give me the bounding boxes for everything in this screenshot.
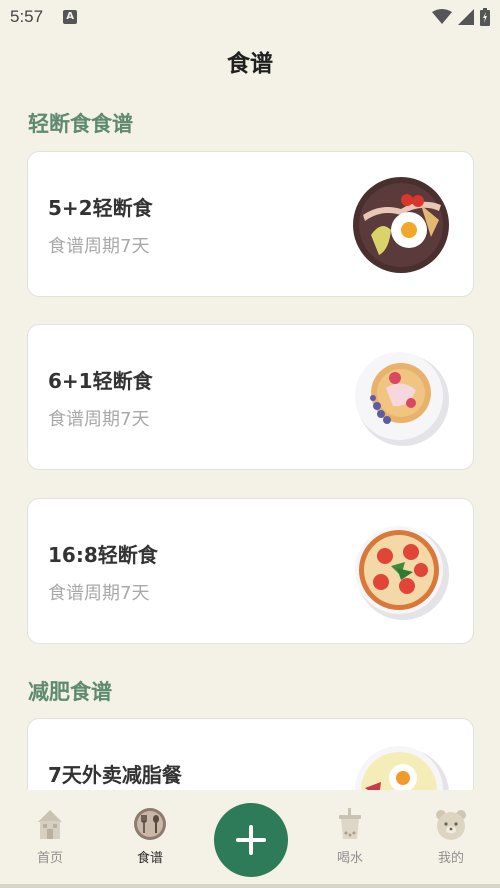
card-subtitle: 食谱周期7天 [48, 236, 150, 257]
recipe-icon [134, 808, 166, 840]
tab-label: 食谱 [136, 851, 163, 866]
page-title: 食谱 [227, 51, 273, 77]
egg-plate-icon [355, 746, 449, 790]
tab-label: 首页 [36, 851, 63, 866]
recipe-scroll-area[interactable]: 食谱 轻断食食谱 5+2轻断食 食谱周期7天 6+1轻断食 食谱周期7天 16:… [0, 0, 500, 790]
card-subtitle: 食谱周期7天 [48, 583, 150, 604]
recipe-card-5-2[interactable]: 5+2轻断食 食谱周期7天 [27, 151, 474, 297]
home-icon [38, 810, 62, 839]
card-title: 6+1轻断食 [48, 369, 153, 393]
breakfast-plate-icon [353, 177, 449, 273]
card-title: 16:8轻断食 [48, 543, 158, 567]
recipe-card-16-8[interactable]: 16:8轻断食 食谱周期7天 [27, 498, 474, 644]
card-title: 7天外卖减脂餐 [48, 763, 182, 787]
section-title-light-fasting: 轻断食食谱 [28, 112, 133, 136]
card-subtitle: 食谱周期7天 [48, 409, 150, 430]
tab-profile[interactable]: 我的 [411, 806, 491, 866]
add-button[interactable] [214, 803, 288, 877]
home-indicator [0, 884, 500, 888]
tab-drink-water[interactable]: 喝水 [310, 806, 390, 866]
tab-label: 喝水 [336, 851, 363, 866]
waffle-plate-icon [355, 352, 449, 446]
section-title-weight-loss: 减肥食谱 [28, 680, 112, 704]
tab-label: 我的 [437, 851, 464, 866]
pizza-plate-icon [355, 526, 449, 620]
plus-icon [236, 825, 266, 855]
bear-profile-icon [436, 810, 466, 840]
card-title: 5+2轻断食 [48, 196, 153, 220]
drink-cup-icon [339, 808, 361, 839]
recipe-card-7day-takeaway[interactable]: 7天外卖减脂餐 [27, 718, 474, 790]
tab-recipes[interactable]: 食谱 [110, 806, 190, 866]
recipe-card-6-1[interactable]: 6+1轻断食 食谱周期7天 [27, 324, 474, 470]
tab-home[interactable]: 首页 [10, 806, 90, 866]
